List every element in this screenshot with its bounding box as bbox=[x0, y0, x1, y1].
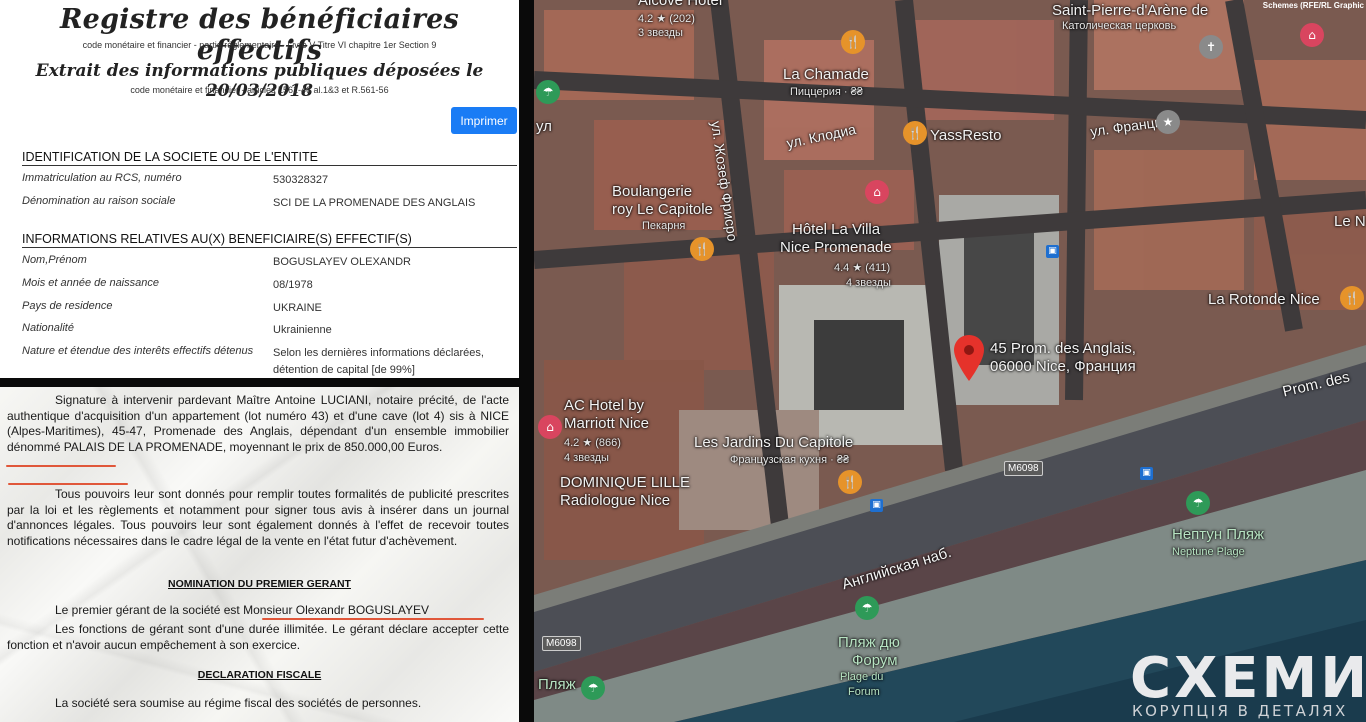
address-line-1[interactable]: 45 Prom. des Anglais, bbox=[990, 340, 1136, 357]
address-line-2: 06000 Nice, Франция bbox=[990, 358, 1136, 375]
horizontal-divider bbox=[0, 378, 519, 387]
registry-subtitle: code monétaire et financier - partie rég… bbox=[82, 40, 437, 50]
restaurant-pin-icon[interactable]: 🍴 bbox=[1340, 286, 1364, 310]
poi-alcove-stars: 3 звезды bbox=[638, 27, 683, 39]
poi-hotel-la-villa[interactable]: Hôtel La Villa bbox=[792, 221, 880, 238]
row-value: BOGUSLAYEV OLEXANDR bbox=[273, 256, 411, 268]
poi-ac-hotel-2: Marriott Nice bbox=[564, 415, 650, 432]
row-value: 08/1978 bbox=[273, 279, 313, 291]
deed-paragraph-purchase: Signature à intervenir pardevant Maître … bbox=[7, 393, 509, 454]
skhemy-logo: СХЕМИ bbox=[1130, 646, 1366, 711]
beach-pin-icon[interactable]: ☂ bbox=[1186, 491, 1210, 515]
church-pin-icon[interactable]: ✝ bbox=[1199, 35, 1223, 59]
identification-heading: IDENTIFICATION DE LA SOCIETE OU DE L'ENT… bbox=[22, 150, 517, 166]
poi-beach-left[interactable]: Пляж bbox=[538, 676, 576, 693]
park-pin-icon[interactable]: ☂ bbox=[536, 80, 560, 104]
row-value: 530328327 bbox=[273, 174, 329, 186]
row-label: Pays de residence bbox=[22, 300, 113, 312]
row-value: UKRAINE bbox=[273, 302, 322, 314]
beach-pin-icon[interactable]: ☂ bbox=[855, 596, 879, 620]
shopping-pin-icon[interactable]: ⌂ bbox=[1300, 23, 1324, 47]
poi-alcove-rating: 4.2 ★ (202) bbox=[638, 13, 695, 25]
price-underline-2 bbox=[8, 483, 128, 485]
deed-tax-regime: La société sera soumise au régime fiscal… bbox=[55, 696, 422, 710]
row-label: Nationalité bbox=[22, 322, 74, 334]
notarial-deed-scan: Signature à intervenir pardevant Maître … bbox=[0, 387, 519, 722]
poi-alcove-hotel[interactable]: Alcove Hotel bbox=[638, 0, 722, 9]
poi-forum-beach-sub-2: Forum bbox=[848, 686, 880, 698]
restaurant-pin-icon[interactable]: 🍴 bbox=[903, 121, 927, 145]
poi-ac-hotel[interactable]: AC Hotel by bbox=[564, 397, 644, 414]
extract-title: Extrait des informations publiques dépos… bbox=[35, 61, 484, 101]
beneficiaries-heading: INFORMATIONS RELATIVES AU(X) BENEFICIAIR… bbox=[22, 232, 517, 248]
tax-declaration-heading: DECLARATION FISCALE bbox=[197, 669, 322, 681]
row-label: Mois et année de naissance bbox=[22, 277, 159, 289]
restaurant-pin-icon[interactable]: 🍴 bbox=[841, 30, 865, 54]
row-label: Dénomination au raison sociale bbox=[22, 195, 176, 207]
poi-les-jardins[interactable]: Les Jardins Du Capitole bbox=[694, 434, 853, 451]
poi-boulangerie[interactable]: Boulangerie bbox=[612, 183, 692, 200]
place-pin-icon[interactable]: ★ bbox=[1156, 110, 1180, 134]
poi-neptune-beach[interactable]: Нептун Пляж bbox=[1172, 526, 1264, 543]
poi-boulangerie-sub: Пекарня bbox=[642, 220, 686, 232]
restaurant-pin-icon[interactable]: 🍴 bbox=[838, 470, 862, 494]
price-underline bbox=[6, 465, 116, 467]
image-credit: Schemes (RFE/RL Graphic bbox=[1262, 1, 1364, 10]
registry-title: Registre des bénéficiaires effectifs bbox=[60, 4, 459, 66]
deed-manager-terms: Les fonctions de gérant sont d'une durée… bbox=[7, 622, 509, 652]
poi-la-chamade[interactable]: La Chamade bbox=[783, 66, 869, 83]
vertical-divider bbox=[519, 0, 534, 722]
hotel-pin-icon[interactable]: ⌂ bbox=[865, 180, 889, 204]
poi-forum-beach-2: Форум bbox=[852, 652, 898, 669]
street-fragment-left: ул bbox=[536, 118, 552, 135]
row-value: SCI DE LA PROMENADE DES ANGLAIS bbox=[273, 197, 476, 209]
row-label: Nature et étendue des interêts effectifs… bbox=[22, 345, 254, 357]
poi-neptune-beach-sub: Neptune Plage bbox=[1172, 546, 1245, 558]
bakery-pin-icon[interactable]: 🍴 bbox=[690, 237, 714, 261]
highway-m6098-badge-2: M6098 bbox=[542, 636, 581, 651]
poi-boulangerie-2: roy Le Capitole bbox=[612, 201, 713, 218]
poi-dominique-lille[interactable]: DOMINIQUE LILLE bbox=[560, 474, 690, 491]
poi-saint-pierre-sub: Католическая церковь bbox=[1062, 20, 1177, 32]
row-value: Selon les dernières informations déclaré… bbox=[273, 347, 484, 376]
poi-yassresto[interactable]: YassResto bbox=[930, 127, 1001, 144]
beach-pin-icon[interactable]: ☂ bbox=[581, 676, 605, 700]
poi-la-rotonde[interactable]: La Rotonde Nice bbox=[1208, 291, 1320, 308]
map-imagery bbox=[534, 0, 1366, 722]
highway-m6098-badge: M6098 bbox=[1004, 461, 1043, 476]
deed-first-manager: Le premier gérant de la société est Mons… bbox=[55, 603, 429, 617]
deed-paragraph-powers: Tous pouvoirs leur sont donnés pour remp… bbox=[7, 487, 509, 548]
extract-subtitle: code monétaire et financier - articles L… bbox=[130, 85, 389, 95]
poi-forum-beach[interactable]: Пляж дю bbox=[838, 634, 900, 651]
skhemy-tagline: КОРУПЦІЯ В ДЕТАЛЯХ bbox=[1132, 702, 1348, 720]
row-label: Immatriculation au RCS, numéro bbox=[22, 172, 182, 184]
poi-hotel-la-villa-2: Nice Promenade bbox=[780, 239, 892, 256]
bus-stop-icon[interactable]: ▣ bbox=[870, 499, 883, 512]
print-button[interactable]: Imprimer bbox=[451, 107, 517, 134]
row-value: Ukrainienne bbox=[273, 324, 332, 336]
poi-forum-beach-sub: Plage du bbox=[840, 671, 884, 683]
poi-ac-hotel-stars: 4 звезды bbox=[564, 452, 609, 464]
bus-stop-icon[interactable]: ▣ bbox=[1046, 245, 1059, 258]
poi-hotel-la-villa-rating: 4.4 ★ (411) bbox=[834, 262, 891, 274]
hotel-pin-icon[interactable]: ⌂ bbox=[538, 415, 562, 439]
poi-la-chamade-sub: Пиццерия · ₴₴ bbox=[790, 86, 863, 98]
poi-hotel-la-villa-stars: 4 звезды bbox=[846, 277, 891, 289]
bus-stop-icon[interactable]: ▣ bbox=[1140, 467, 1153, 480]
location-marker-icon[interactable] bbox=[954, 335, 984, 381]
manager-nomination-heading: NOMINATION DU PREMIER GERANT bbox=[168, 578, 351, 590]
satellite-map[interactable]: Schemes (RFE/RL Graphic Alcove Hotel 4.2… bbox=[534, 0, 1366, 722]
poi-fragment-right: Le N bbox=[1334, 213, 1366, 230]
beneficial-owners-registry-panel: Registre des bénéficiaires effectifs cod… bbox=[0, 0, 519, 378]
poi-ac-hotel-rating: 4.2 ★ (866) bbox=[564, 437, 621, 449]
poi-dominique-lille-2: Radiologue Nice bbox=[560, 492, 671, 509]
poi-saint-pierre-church[interactable]: Saint-Pierre-d'Arène de bbox=[1052, 2, 1208, 19]
row-label: Nom,Prénom bbox=[22, 254, 87, 266]
manager-name-underline bbox=[262, 618, 484, 620]
poi-les-jardins-sub: Французская кухня · ₴₴ bbox=[730, 454, 850, 466]
